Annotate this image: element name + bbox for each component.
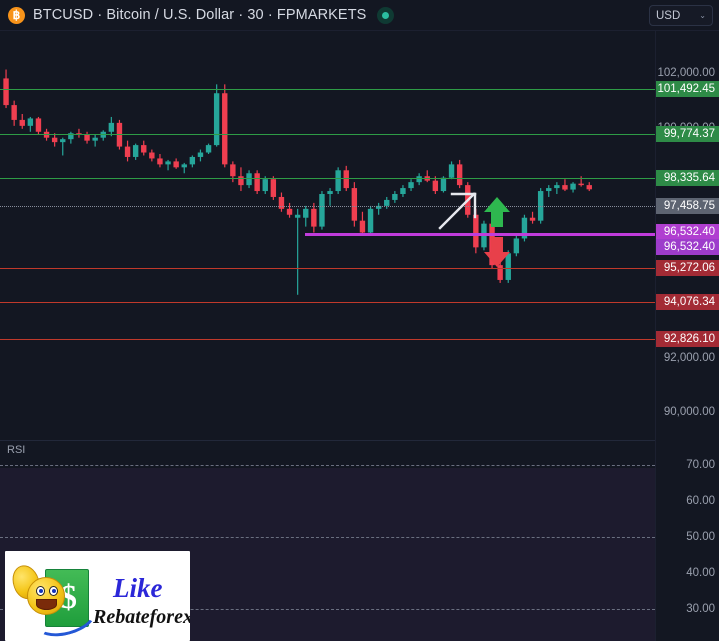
market-status-indicator[interactable] [377,6,395,24]
rsi-axis-tick: 50.00 [686,531,715,543]
chart-header: ฿ BTCUSD · Bitcoin / U.S. Dollar · 30 · … [0,0,719,31]
candlestick-series [3,69,592,295]
rsi-title: RSI [7,444,26,456]
rsi-axis-tick: 40.00 [686,567,715,579]
resistance-level-101492[interactable]: 101,492.45 [656,81,719,97]
price-axis[interactable]: 102,000.00100,000.0092,000.0090,000.0070… [655,31,719,641]
support-level-96532-b[interactable]: 96,532.40 [656,239,719,255]
symbol-title: BTCUSD · Bitcoin / U.S. Dollar · 30 · FP… [33,7,367,23]
trading-chart-app: ฿ BTCUSD · Bitcoin / U.S. Dollar · 30 · … [0,0,719,641]
support-level-96532-a[interactable]: 96,532.40 [656,224,719,240]
price-axis-tick: 90,000.00 [663,406,715,418]
chevron-down-icon: ⌄ [699,10,706,20]
watermark-rebate-text: Rebateforex [93,606,190,628]
right-pupil [52,589,56,593]
rsi-axis-tick: 60.00 [686,495,715,507]
resistance-level-98335[interactable]: 98,335.64 [656,170,719,186]
rsi-axis-tick: 70.00 [686,459,715,471]
left-pupil [39,589,43,593]
support-level-94076[interactable]: 94,076.34 [656,294,719,310]
chart-container: RSI 102,000.00100,000.0092,000.0090,000.… [0,31,719,641]
support-level-95272[interactable]: 95,272.06 [656,260,719,276]
currency-dropdown[interactable]: USD ⌄ [649,5,713,26]
price-axis-tick: 102,000.00 [657,67,715,79]
price-chart-pane[interactable] [0,31,655,440]
last-price-label[interactable]: 97,458.75 [656,198,719,214]
currency-label: USD [656,9,681,22]
watermark-like-text: Like [113,573,163,603]
rsi-axis-tick: 30.00 [686,603,715,615]
price-axis-tick: 92,000.00 [663,352,715,364]
rebateforex-watermark: $ Like Rebateforex [5,551,190,641]
resistance-level-99774[interactable]: 99,774.37 [656,126,719,142]
support-level-92826[interactable]: 92,826.10 [656,331,719,347]
bitcoin-icon: ฿ [8,6,25,24]
